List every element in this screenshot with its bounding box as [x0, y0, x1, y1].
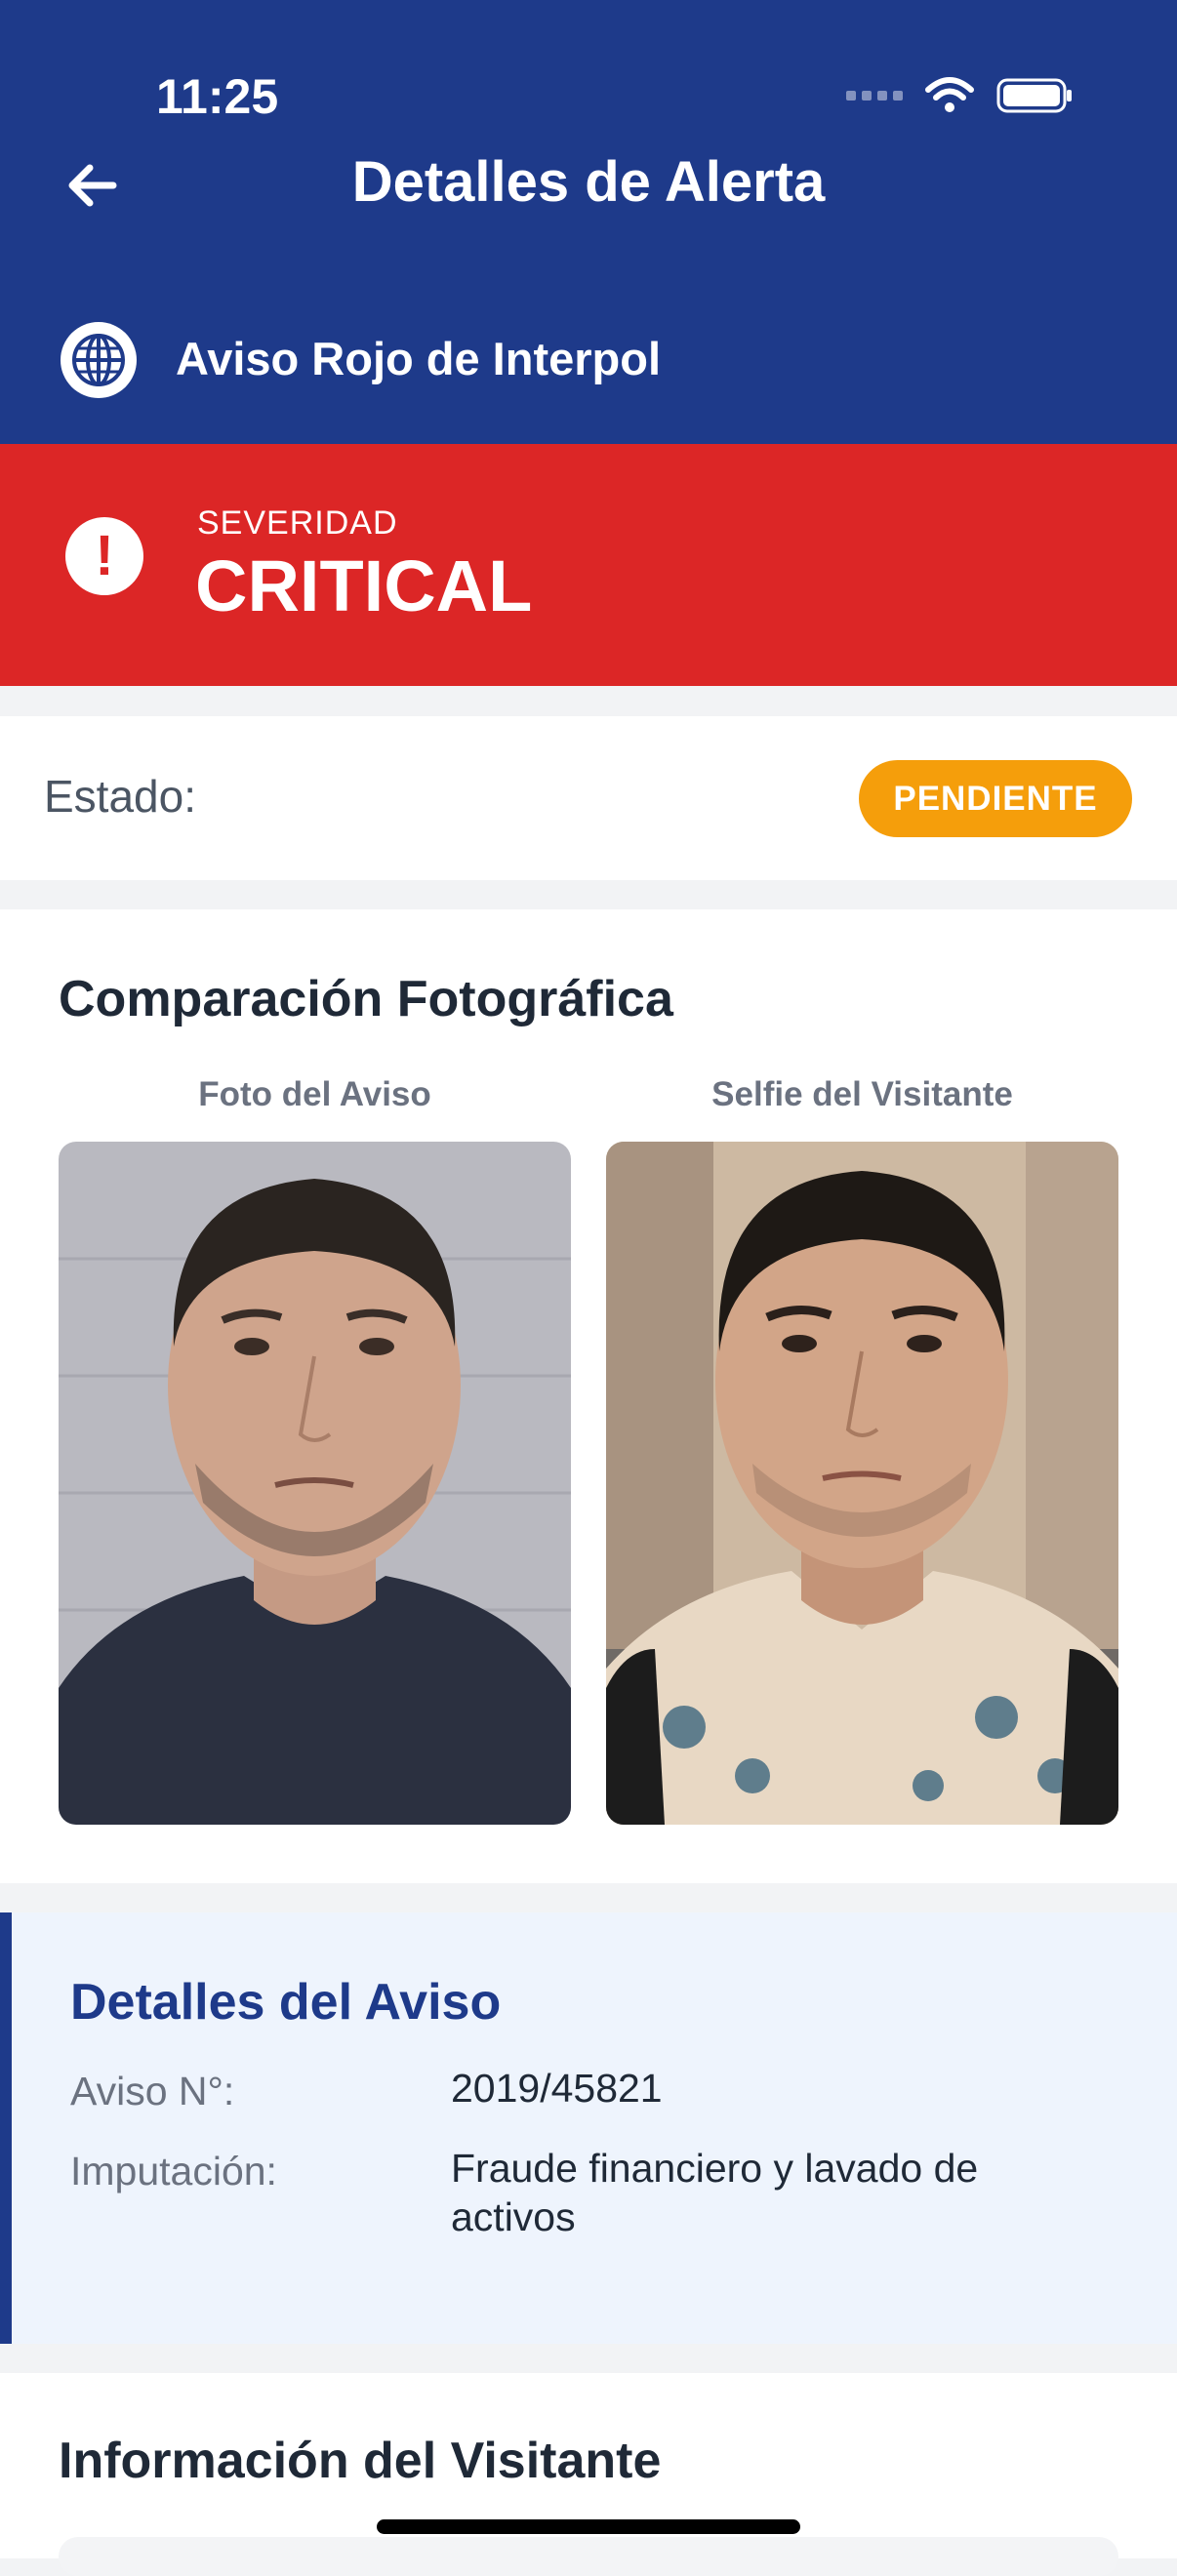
status-card: Estado: PENDIENTE: [0, 716, 1177, 880]
app-header: 11:25 Detalles de Alerta Aviso Rojo de I…: [0, 0, 1177, 444]
notice-details-card: Detalles del Aviso Aviso N°: 2019/45821 …: [0, 1912, 1177, 2344]
photo-comparison-card: Comparación Fotográfica Foto del Aviso S…: [0, 909, 1177, 1883]
exclamation-icon: !: [65, 517, 143, 595]
alert-source: Aviso Rojo de Interpol: [176, 333, 662, 384]
accent-bar: [0, 1912, 12, 2344]
charge-value: Fraude financiero y lavado de activos: [451, 2146, 979, 2239]
severity-value: CRITICAL: [195, 545, 533, 626]
visitor-selfie[interactable]: [606, 1142, 1118, 1825]
battery-icon: [996, 78, 1072, 112]
visitor-info-title: Información del Visitante: [59, 2433, 662, 2489]
home-indicator[interactable]: [377, 2519, 800, 2534]
severity-banner: ! SEVERIDAD CRITICAL: [0, 444, 1177, 686]
status-icons: [846, 73, 1075, 117]
status-time: 11:25: [156, 69, 279, 124]
notice-details-title: Detalles del Aviso: [70, 1974, 502, 2031]
cellular-signal-icon: [846, 90, 903, 101]
photo-comparison-title: Comparación Fotográfica: [59, 971, 673, 1027]
page-title: Detalles de Alerta: [351, 150, 826, 214]
wifi-icon: [925, 76, 974, 112]
notice-number-value: 2019/45821: [451, 2066, 663, 2111]
notice-photo-caption: Foto del Aviso: [198, 1075, 431, 1113]
visitor-selfie-caption: Selfie del Visitante: [711, 1075, 1013, 1113]
status-badge: PENDIENTE: [859, 760, 1132, 837]
visitor-info-panel: [59, 2537, 1118, 2576]
notice-photo[interactable]: [59, 1142, 571, 1825]
severity-label: SEVERIDAD: [197, 504, 398, 542]
globe-icon: [61, 322, 137, 398]
charge-label: Imputación:: [70, 2149, 277, 2194]
status-label: Estado:: [44, 771, 196, 822]
notice-number-label: Aviso N°:: [70, 2069, 235, 2113]
